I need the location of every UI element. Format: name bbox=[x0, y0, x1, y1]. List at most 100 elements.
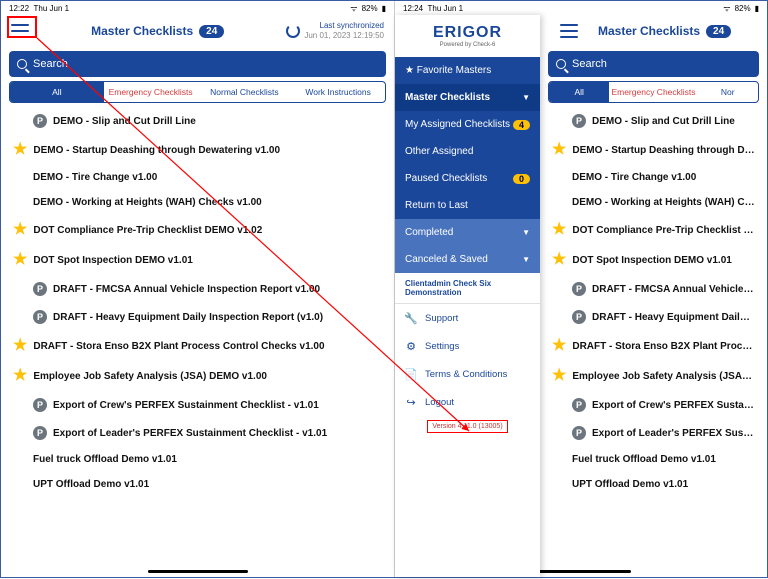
page-title: Master Checklists 24 bbox=[598, 24, 731, 38]
list-item[interactable]: P DRAFT - Heavy Equipment Daily Inspectio… bbox=[1, 303, 394, 331]
version-label: Version 4.11.0 (13005) bbox=[395, 416, 540, 437]
terms & conditions-icon: 📄 bbox=[405, 368, 417, 380]
star-icon: ★ bbox=[13, 368, 27, 384]
search-icon bbox=[556, 59, 566, 69]
p-badge: P bbox=[572, 426, 586, 440]
star-icon: ★ bbox=[552, 222, 566, 238]
star-icon: ★ bbox=[13, 142, 27, 158]
item-label: DOT Spot Inspection DEMO v1.01 bbox=[33, 255, 192, 266]
list-item[interactable]: P Export of Leader's PERFEX Sustainment C… bbox=[1, 419, 394, 447]
nav-favorite-masters[interactable]: ★ Favorite Masters bbox=[395, 57, 540, 84]
sync-status[interactable]: Last synchronized Jun 01, 2023 12:19:50 bbox=[286, 21, 384, 40]
list-item[interactable]: Fuel truck Offload Demo v1.01 bbox=[540, 447, 767, 472]
menu-support[interactable]: 🔧Support bbox=[395, 304, 540, 332]
item-label: DRAFT - Stora Enso B2X Plant Process Con… bbox=[572, 341, 755, 352]
list-item[interactable]: DEMO - Tire Change v1.00 bbox=[1, 165, 394, 190]
status-bar: 12:22 Thu Jun 1 ᯤ82%▮ bbox=[1, 1, 394, 15]
item-label: DOT Compliance Pre-Trip Checklist DEMO v… bbox=[33, 225, 262, 236]
list-item[interactable]: ★DRAFT - Stora Enso B2X Plant Process Co… bbox=[1, 331, 394, 361]
item-label: DEMO - Tire Change v1.00 bbox=[33, 172, 157, 183]
list-item[interactable]: ★Employee Job Safety Analysis (JSA) DEMO… bbox=[540, 361, 767, 391]
list-item[interactable]: P DRAFT - FMCSA Annual Vehicle Inspection… bbox=[540, 275, 767, 303]
checklist-list: PDEMO - Slip and Cut Drill Line★DEMO - S… bbox=[540, 107, 767, 497]
star-icon: ★ bbox=[13, 252, 27, 268]
app-logo: ERIGOR Powered by Check-6 bbox=[395, 15, 540, 57]
list-item[interactable]: ★DEMO - Startup Deashing through Dewater… bbox=[540, 135, 767, 165]
list-item[interactable]: ★DOT Compliance Pre-Trip Checklist DEMO … bbox=[1, 215, 394, 245]
p-badge: P bbox=[572, 398, 586, 412]
item-label: DRAFT - Heavy Equipment Daily Inspection… bbox=[592, 312, 755, 323]
item-label: Export of Leader's PERFEX Sustainment Ch… bbox=[53, 428, 327, 439]
tab-all[interactable]: All bbox=[10, 82, 104, 102]
list-item[interactable]: PExport of Leader's PERFEX Sustainment C… bbox=[540, 419, 767, 447]
search-input[interactable]: Search bbox=[548, 51, 759, 77]
logout-icon: ↪ bbox=[405, 396, 417, 408]
list-item[interactable]: DEMO - Working at Heights (WAH) Checks v… bbox=[1, 190, 394, 215]
settings-icon: ⚙ bbox=[405, 340, 417, 352]
list-item[interactable]: ★DOT Spot Inspection DEMO v1.01 bbox=[540, 245, 767, 275]
list-item[interactable]: UPT Offload Demo v1.01 bbox=[1, 472, 394, 497]
star-icon: ★ bbox=[552, 338, 566, 354]
nav-paused-checklists[interactable]: Paused Checklists0 bbox=[395, 165, 540, 192]
p-badge: P bbox=[33, 426, 47, 440]
list-item[interactable]: UPT Offload Demo v1.01 bbox=[540, 472, 767, 497]
star-icon: ★ bbox=[552, 142, 566, 158]
tab-all[interactable]: All bbox=[549, 82, 609, 102]
list-item[interactable]: PDEMO - Slip and Cut Drill Line bbox=[1, 107, 394, 135]
item-label: DOT Compliance Pre-Trip Checklist DEMO v… bbox=[572, 225, 755, 236]
menu-logout[interactable]: ↪Logout bbox=[395, 388, 540, 416]
menu-settings[interactable]: ⚙Settings bbox=[395, 332, 540, 360]
list-item[interactable]: DEMO - Working at Heights (WAH) Checks v… bbox=[540, 190, 767, 215]
list-item[interactable]: ★Employee Job Safety Analysis (JSA) DEMO… bbox=[1, 361, 394, 391]
list-item[interactable]: DEMO - Tire Change v1.00 bbox=[540, 165, 767, 190]
item-label: DEMO - Startup Deashing through Dewateri… bbox=[33, 145, 280, 156]
item-label: DEMO - Tire Change v1.00 bbox=[572, 172, 696, 183]
nav-return-to-last[interactable]: Return to Last bbox=[395, 192, 540, 219]
p-badge: P bbox=[33, 282, 47, 296]
item-label: DRAFT - FMCSA Annual Vehicle Inspection … bbox=[592, 284, 755, 295]
nav-canceled-&-saved[interactable]: Canceled & Saved▼ bbox=[395, 246, 540, 273]
item-label: DEMO - Slip and Cut Drill Line bbox=[592, 116, 735, 127]
nav-master-checklists[interactable]: Master Checklists▼ bbox=[395, 84, 540, 111]
search-input[interactable]: Search bbox=[9, 51, 386, 77]
list-item[interactable]: PExport of Crew's PERFEX Sustainment Che… bbox=[1, 391, 394, 419]
list-item[interactable]: Fuel truck Offload Demo v1.01 bbox=[1, 447, 394, 472]
list-item[interactable]: PDRAFT - FMCSA Annual Vehicle Inspection… bbox=[1, 275, 394, 303]
status-time: 12:22 bbox=[9, 4, 29, 13]
list-item[interactable]: PDEMO - Slip and Cut Drill Line bbox=[540, 107, 767, 135]
nav-other-assigned[interactable]: Other Assigned bbox=[395, 138, 540, 165]
tab-emergency-checklists[interactable]: Emergency Checklists bbox=[104, 82, 198, 102]
tab-normal-checklists[interactable]: Normal Checklists bbox=[198, 82, 292, 102]
nav-my-assigned-checklists[interactable]: My Assigned Checklists4 bbox=[395, 111, 540, 138]
battery-icon: ▮ bbox=[382, 4, 386, 13]
hamburger-icon[interactable] bbox=[11, 24, 29, 38]
status-time: 12:24 bbox=[403, 4, 423, 13]
sync-icon bbox=[286, 24, 300, 38]
nav-completed[interactable]: Completed▼ bbox=[395, 219, 540, 246]
p-badge: P bbox=[572, 282, 586, 296]
chevron-down-icon: ▼ bbox=[522, 255, 530, 264]
tab-emergency-checklists[interactable]: Emergency Checklists bbox=[609, 82, 697, 102]
tab-nor[interactable]: Nor bbox=[698, 82, 758, 102]
item-label: UPT Offload Demo v1.01 bbox=[572, 479, 688, 490]
list-item[interactable]: PDRAFT - Heavy Equipment Daily Inspectio… bbox=[540, 303, 767, 331]
tab-work-instructions[interactable]: Work Instructions bbox=[291, 82, 385, 102]
wifi-icon: ᯤ bbox=[723, 4, 730, 13]
app-header: Master Checklists 24 Last synchronized J… bbox=[1, 15, 394, 47]
list-item[interactable]: ★ DOT Compliance Pre-Trip Checklist DEMO … bbox=[540, 215, 767, 245]
list-item[interactable]: PExport of Crew's PERFEX Sustainment Che… bbox=[540, 391, 767, 419]
side-drawer: ERIGOR Powered by Check-6 ★ Favorite Mas… bbox=[395, 15, 540, 577]
list-item[interactable]: ★ DRAFT - Stora Enso B2X Plant Process Co… bbox=[540, 331, 767, 361]
search-icon bbox=[17, 59, 27, 69]
battery-pct: 82% bbox=[362, 4, 378, 13]
list-item[interactable]: ★ DOT Spot Inspection DEMO v1.01 bbox=[1, 245, 394, 275]
home-indicator bbox=[148, 570, 248, 573]
p-badge: P bbox=[33, 310, 47, 324]
hamburger-icon[interactable] bbox=[560, 24, 578, 38]
filter-tabs: AllEmergency ChecklistsNormal Checklists… bbox=[9, 81, 386, 103]
menu-terms-&-conditions[interactable]: 📄Terms & Conditions bbox=[395, 360, 540, 388]
item-label: DRAFT - Heavy Equipment Daily Inspection… bbox=[53, 312, 323, 323]
list-item[interactable]: ★ DEMO - Startup Deashing through Dewater… bbox=[1, 135, 394, 165]
item-label: DEMO - Working at Heights (WAH) Checks v… bbox=[33, 197, 262, 208]
home-indicator bbox=[531, 570, 631, 573]
